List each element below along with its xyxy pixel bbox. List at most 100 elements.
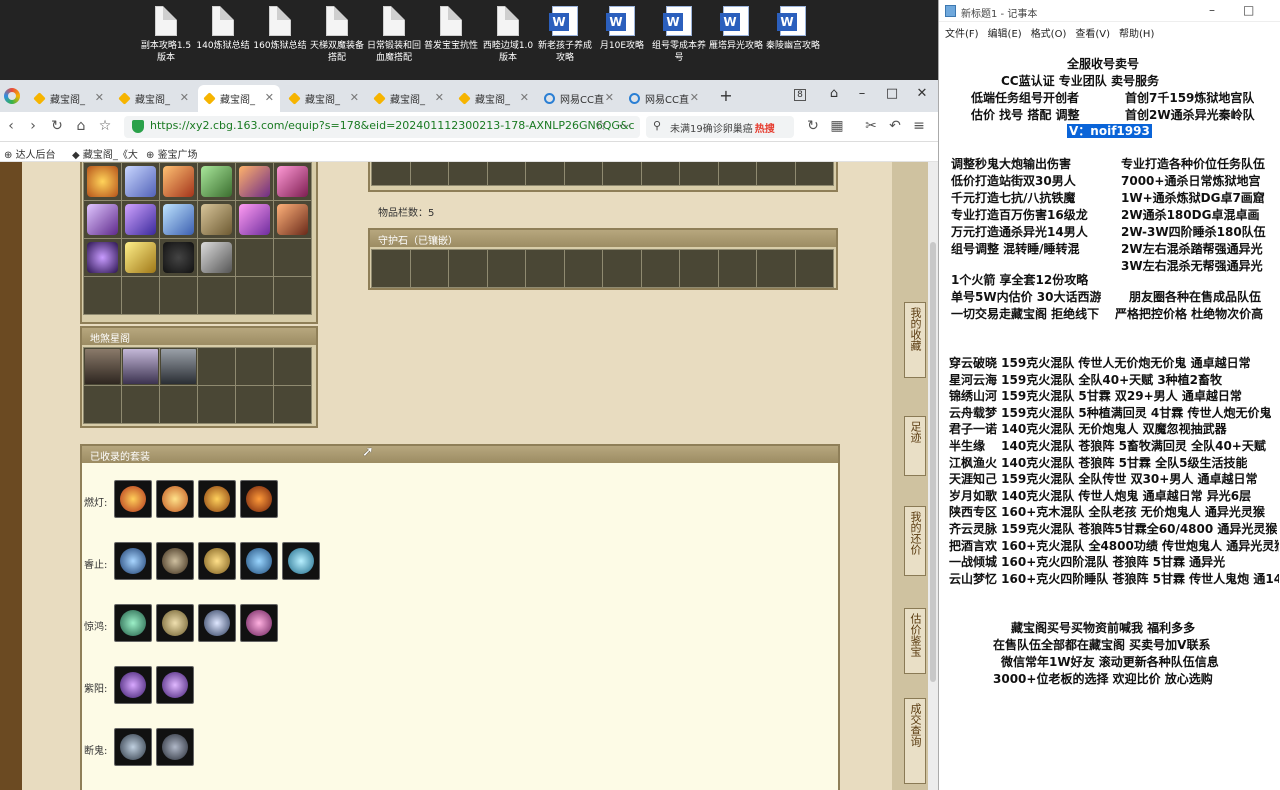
inventory-slot[interactable]	[122, 277, 159, 314]
beast-slot[interactable]	[236, 348, 273, 385]
set-piece-icon[interactable]	[156, 480, 194, 518]
desktop-icon[interactable]: W 秦陵幽宫攻略	[765, 6, 821, 52]
more-icon[interactable]: ⋯	[616, 118, 634, 134]
tab-close-icon[interactable]: ✕	[520, 91, 529, 104]
bookmark-star-icon[interactable]: ☆	[96, 118, 114, 134]
set-piece-icon[interactable]	[114, 728, 152, 766]
browser-tab[interactable]: 藏宝阁_ ✕	[113, 85, 195, 112]
beast-slot[interactable]	[274, 386, 311, 423]
new-tab-button[interactable]: +	[716, 86, 736, 105]
beast-slot[interactable]	[274, 348, 311, 385]
tab-close-icon[interactable]: ✕	[435, 91, 444, 104]
beast-slot[interactable]	[198, 348, 235, 385]
tab-close-icon[interactable]: ✕	[180, 91, 189, 104]
back-icon[interactable]: ‹	[2, 118, 20, 134]
inventory-slot[interactable]	[122, 239, 159, 276]
page-scrollbar[interactable]	[928, 162, 938, 790]
inventory-slot[interactable]	[236, 239, 273, 276]
equip-slot[interactable]	[718, 162, 756, 185]
set-piece-icon[interactable]	[240, 542, 278, 580]
inventory-slot[interactable]	[122, 163, 159, 200]
guard-stone-slot[interactable]	[603, 250, 641, 287]
guard-stone-slot[interactable]	[718, 250, 756, 287]
set-piece-icon[interactable]	[114, 480, 152, 518]
side-nav-button[interactable]: 足迹	[904, 416, 926, 476]
side-nav-button[interactable]: 我的还价	[904, 506, 926, 576]
equip-slot[interactable]	[603, 162, 641, 185]
inventory-slot[interactable]	[84, 201, 121, 238]
notepad-menu-item[interactable]: 帮助(H)	[1119, 29, 1154, 40]
desktop-icon[interactable]: 西睦边域1.0版本	[480, 6, 536, 64]
set-piece-icon[interactable]	[198, 604, 236, 642]
inventory-slot[interactable]	[198, 163, 235, 200]
side-nav-button[interactable]: 我的收藏	[904, 302, 926, 378]
inventory-slot[interactable]	[84, 239, 121, 276]
set-piece-icon[interactable]	[198, 480, 236, 518]
beast-slot[interactable]	[122, 386, 159, 423]
set-piece-icon[interactable]	[114, 666, 152, 704]
inventory-slot[interactable]	[236, 163, 273, 200]
guard-stone-slot[interactable]	[564, 250, 602, 287]
equip-slot[interactable]	[564, 162, 602, 185]
guard-stone-slot[interactable]	[795, 250, 833, 287]
scrollbar-thumb[interactable]	[930, 242, 936, 682]
set-piece-icon[interactable]	[114, 542, 152, 580]
beast-slot[interactable]	[84, 348, 121, 385]
desktop-icon[interactable]: 日常锻装和回血魔搭配	[366, 6, 422, 64]
desktop-icon[interactable]: W 雁塔异光攻略	[708, 6, 764, 52]
undo-icon[interactable]: ↶	[886, 118, 904, 134]
inventory-slot[interactable]	[236, 277, 273, 314]
set-piece-icon[interactable]	[282, 542, 320, 580]
inventory-slot[interactable]	[160, 163, 197, 200]
guard-stone-slot[interactable]	[641, 250, 679, 287]
browser-tab[interactable]: 藏宝阁_ ✕	[368, 85, 450, 112]
guard-stone-slot[interactable]	[526, 250, 564, 287]
url-input[interactable]: https://xy2.cbg.163.com/equip?s=178&eid=…	[124, 116, 640, 138]
set-piece-icon[interactable]	[114, 604, 152, 642]
set-piece-icon[interactable]	[156, 666, 194, 704]
inventory-slot[interactable]	[84, 277, 121, 314]
equip-slot[interactable]	[795, 162, 833, 185]
browser-tab[interactable]: 网易CC直 ✕	[623, 85, 705, 112]
browser-tab[interactable]: 网易CC直 ✕	[538, 85, 620, 112]
set-piece-icon[interactable]	[240, 604, 278, 642]
notepad-menu-item[interactable]: 编辑(E)	[988, 29, 1022, 40]
equip-slot[interactable]	[372, 162, 410, 185]
bookmark-daren[interactable]: ⊕ 达人后台	[4, 146, 56, 161]
browser-tab[interactable]: 藏宝阁_ ✕	[453, 85, 535, 112]
guard-stone-slot[interactable]	[449, 250, 487, 287]
bookmark-jianbao[interactable]: ⊕ 鉴宝广场	[146, 146, 198, 161]
favorite-star-icon[interactable]: ☆	[592, 118, 610, 134]
notepad-minimize-button[interactable]: –	[1209, 3, 1215, 17]
guard-stone-slot[interactable]	[680, 250, 718, 287]
notepad-text-area[interactable]: 全服收号卖号 CC蓝认证 专业团队 卖号服务 低端任务组号开创者 首创7千159炼狱地…	[939, 40, 1280, 790]
inventory-slot[interactable]	[274, 239, 311, 276]
equip-slot[interactable]	[757, 162, 795, 185]
bookmark-cbg[interactable]: ◆ 藏宝阁_《大	[72, 146, 138, 161]
notepad-maximize-button[interactable]: □	[1243, 3, 1254, 17]
menu-icon[interactable]: ≡	[910, 118, 928, 134]
desktop-icon[interactable]: 160炼狱总结	[252, 6, 308, 52]
beast-slot[interactable]	[236, 386, 273, 423]
beast-slot[interactable]	[122, 348, 159, 385]
maximize-button[interactable]: □	[882, 86, 902, 101]
desktop-icon[interactable]: 副本攻略1.5版本	[138, 6, 194, 64]
guard-stone-slot[interactable]	[757, 250, 795, 287]
minimize-button[interactable]: –	[852, 86, 872, 101]
tab-count-badge[interactable]: 8	[794, 89, 806, 101]
tab-close-icon[interactable]: ✕	[605, 91, 614, 104]
inventory-slot[interactable]	[198, 239, 235, 276]
browser-tab[interactable]: 藏宝阁_ ✕	[283, 85, 365, 112]
beast-slot[interactable]	[84, 386, 121, 423]
inventory-slot[interactable]	[236, 201, 273, 238]
inventory-slot[interactable]	[122, 201, 159, 238]
guard-stone-slot[interactable]	[372, 250, 410, 287]
inventory-slot[interactable]	[160, 201, 197, 238]
tab-close-icon[interactable]: ✕	[690, 91, 699, 104]
shirt-icon[interactable]: ⌂	[824, 86, 844, 101]
desktop-icon[interactable]: W 组号零成本养号	[651, 6, 707, 64]
close-window-button[interactable]: ✕	[912, 86, 932, 101]
inventory-slot[interactable]	[84, 163, 121, 200]
equip-slot[interactable]	[410, 162, 448, 185]
search-box[interactable]: ⚲ 未满19确诊卵巢癌 热搜	[646, 116, 794, 138]
